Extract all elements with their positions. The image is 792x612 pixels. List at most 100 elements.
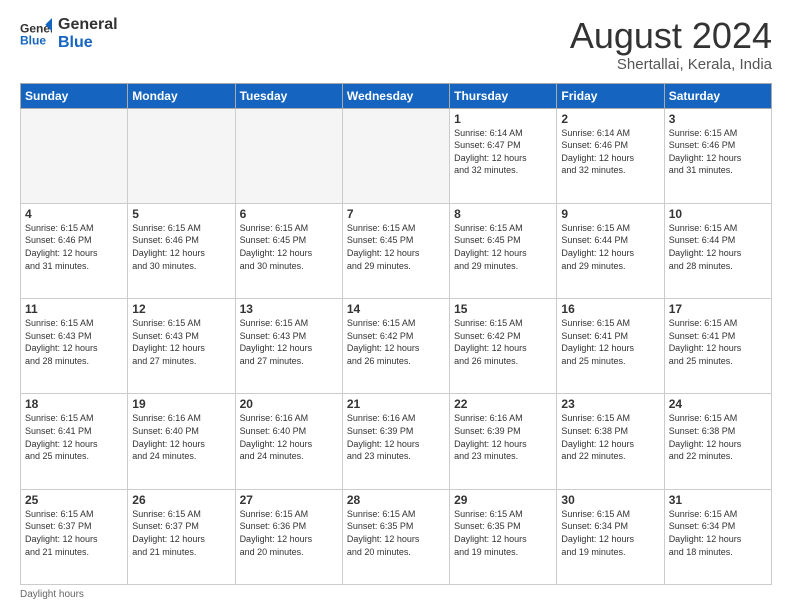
calendar-cell: 18Sunrise: 6:15 AM Sunset: 6:41 PM Dayli… — [21, 394, 128, 489]
day-info: Sunrise: 6:15 AM Sunset: 6:38 PM Dayligh… — [561, 412, 659, 462]
calendar-cell: 16Sunrise: 6:15 AM Sunset: 6:41 PM Dayli… — [557, 299, 664, 394]
day-info: Sunrise: 6:14 AM Sunset: 6:47 PM Dayligh… — [454, 127, 552, 177]
calendar-cell: 31Sunrise: 6:15 AM Sunset: 6:34 PM Dayli… — [664, 489, 771, 584]
day-number: 6 — [240, 207, 338, 221]
day-info: Sunrise: 6:15 AM Sunset: 6:41 PM Dayligh… — [25, 412, 123, 462]
calendar-cell — [21, 108, 128, 203]
calendar-cell: 20Sunrise: 6:16 AM Sunset: 6:40 PM Dayli… — [235, 394, 342, 489]
page: General Blue General Blue August 2024 Sh… — [0, 0, 792, 612]
calendar-cell: 27Sunrise: 6:15 AM Sunset: 6:36 PM Dayli… — [235, 489, 342, 584]
day-number: 9 — [561, 207, 659, 221]
day-number: 16 — [561, 302, 659, 316]
calendar-cell: 9Sunrise: 6:15 AM Sunset: 6:44 PM Daylig… — [557, 203, 664, 298]
weekday-header-wednesday: Wednesday — [342, 83, 449, 108]
day-info: Sunrise: 6:15 AM Sunset: 6:42 PM Dayligh… — [454, 317, 552, 367]
logo-area: General Blue General Blue — [20, 16, 118, 51]
day-info: Sunrise: 6:15 AM Sunset: 6:34 PM Dayligh… — [669, 508, 767, 558]
calendar-cell: 6Sunrise: 6:15 AM Sunset: 6:45 PM Daylig… — [235, 203, 342, 298]
day-number: 28 — [347, 493, 445, 507]
calendar-cell: 3Sunrise: 6:15 AM Sunset: 6:46 PM Daylig… — [664, 108, 771, 203]
day-info: Sunrise: 6:15 AM Sunset: 6:35 PM Dayligh… — [454, 508, 552, 558]
calendar-cell — [128, 108, 235, 203]
calendar-cell: 26Sunrise: 6:15 AM Sunset: 6:37 PM Dayli… — [128, 489, 235, 584]
weekday-header-tuesday: Tuesday — [235, 83, 342, 108]
logo-blue: Blue — [58, 34, 118, 52]
day-info: Sunrise: 6:16 AM Sunset: 6:39 PM Dayligh… — [454, 412, 552, 462]
calendar-cell: 13Sunrise: 6:15 AM Sunset: 6:43 PM Dayli… — [235, 299, 342, 394]
day-info: Sunrise: 6:15 AM Sunset: 6:38 PM Dayligh… — [669, 412, 767, 462]
day-number: 20 — [240, 397, 338, 411]
day-info: Sunrise: 6:15 AM Sunset: 6:41 PM Dayligh… — [561, 317, 659, 367]
day-number: 24 — [669, 397, 767, 411]
calendar-cell — [342, 108, 449, 203]
calendar-cell: 17Sunrise: 6:15 AM Sunset: 6:41 PM Dayli… — [664, 299, 771, 394]
day-info: Sunrise: 6:14 AM Sunset: 6:46 PM Dayligh… — [561, 127, 659, 177]
day-info: Sunrise: 6:16 AM Sunset: 6:40 PM Dayligh… — [132, 412, 230, 462]
day-info: Sunrise: 6:15 AM Sunset: 6:43 PM Dayligh… — [240, 317, 338, 367]
day-info: Sunrise: 6:15 AM Sunset: 6:42 PM Dayligh… — [347, 317, 445, 367]
calendar-table: SundayMondayTuesdayWednesdayThursdayFrid… — [20, 83, 772, 585]
day-number: 5 — [132, 207, 230, 221]
calendar-cell: 8Sunrise: 6:15 AM Sunset: 6:45 PM Daylig… — [450, 203, 557, 298]
calendar-cell: 7Sunrise: 6:15 AM Sunset: 6:45 PM Daylig… — [342, 203, 449, 298]
day-number: 13 — [240, 302, 338, 316]
day-number: 10 — [669, 207, 767, 221]
month-title: August 2024 — [570, 16, 772, 56]
day-number: 12 — [132, 302, 230, 316]
day-number: 31 — [669, 493, 767, 507]
day-info: Sunrise: 6:15 AM Sunset: 6:45 PM Dayligh… — [240, 222, 338, 272]
day-number: 14 — [347, 302, 445, 316]
weekday-header-thursday: Thursday — [450, 83, 557, 108]
day-number: 23 — [561, 397, 659, 411]
calendar-cell: 28Sunrise: 6:15 AM Sunset: 6:35 PM Dayli… — [342, 489, 449, 584]
week-row-3: 11Sunrise: 6:15 AM Sunset: 6:43 PM Dayli… — [21, 299, 772, 394]
calendar-cell: 25Sunrise: 6:15 AM Sunset: 6:37 PM Dayli… — [21, 489, 128, 584]
day-number: 7 — [347, 207, 445, 221]
calendar-cell: 30Sunrise: 6:15 AM Sunset: 6:34 PM Dayli… — [557, 489, 664, 584]
day-number: 1 — [454, 112, 552, 126]
calendar-cell: 14Sunrise: 6:15 AM Sunset: 6:42 PM Dayli… — [342, 299, 449, 394]
day-number: 27 — [240, 493, 338, 507]
footer-note: Daylight hours — [20, 589, 772, 600]
day-number: 19 — [132, 397, 230, 411]
day-info: Sunrise: 6:15 AM Sunset: 6:45 PM Dayligh… — [347, 222, 445, 272]
day-number: 17 — [669, 302, 767, 316]
day-info: Sunrise: 6:15 AM Sunset: 6:46 PM Dayligh… — [669, 127, 767, 177]
day-number: 4 — [25, 207, 123, 221]
calendar-cell: 19Sunrise: 6:16 AM Sunset: 6:40 PM Dayli… — [128, 394, 235, 489]
calendar-cell: 1Sunrise: 6:14 AM Sunset: 6:47 PM Daylig… — [450, 108, 557, 203]
calendar-cell: 21Sunrise: 6:16 AM Sunset: 6:39 PM Dayli… — [342, 394, 449, 489]
calendar-cell: 22Sunrise: 6:16 AM Sunset: 6:39 PM Dayli… — [450, 394, 557, 489]
weekday-header-sunday: Sunday — [21, 83, 128, 108]
logo-general: General — [58, 16, 118, 34]
day-number: 8 — [454, 207, 552, 221]
weekday-header-monday: Monday — [128, 83, 235, 108]
day-number: 15 — [454, 302, 552, 316]
day-number: 11 — [25, 302, 123, 316]
weekday-header-friday: Friday — [557, 83, 664, 108]
calendar-cell: 5Sunrise: 6:15 AM Sunset: 6:46 PM Daylig… — [128, 203, 235, 298]
weekday-header-saturday: Saturday — [664, 83, 771, 108]
day-number: 2 — [561, 112, 659, 126]
day-info: Sunrise: 6:16 AM Sunset: 6:40 PM Dayligh… — [240, 412, 338, 462]
day-number: 26 — [132, 493, 230, 507]
day-info: Sunrise: 6:15 AM Sunset: 6:43 PM Dayligh… — [132, 317, 230, 367]
week-row-4: 18Sunrise: 6:15 AM Sunset: 6:41 PM Dayli… — [21, 394, 772, 489]
calendar-cell: 24Sunrise: 6:15 AM Sunset: 6:38 PM Dayli… — [664, 394, 771, 489]
day-info: Sunrise: 6:15 AM Sunset: 6:43 PM Dayligh… — [25, 317, 123, 367]
day-info: Sunrise: 6:15 AM Sunset: 6:37 PM Dayligh… — [132, 508, 230, 558]
day-number: 29 — [454, 493, 552, 507]
day-info: Sunrise: 6:15 AM Sunset: 6:41 PM Dayligh… — [669, 317, 767, 367]
calendar-cell: 15Sunrise: 6:15 AM Sunset: 6:42 PM Dayli… — [450, 299, 557, 394]
week-row-5: 25 Sunrise: 6:15 AM Sunset: 6:37 PM Dayli… — [21, 489, 772, 584]
calendar-cell: 2Sunrise: 6:14 AM Sunset: 6:46 PM Daylig… — [557, 108, 664, 203]
day-number: 22 — [454, 397, 552, 411]
calendar-cell: 11Sunrise: 6:15 AM Sunset: 6:43 PM Dayli… — [21, 299, 128, 394]
day-number: 30 — [561, 493, 659, 507]
calendar-cell: 23Sunrise: 6:15 AM Sunset: 6:38 PM Dayli… — [557, 394, 664, 489]
week-row-2: 4Sunrise: 6:15 AM Sunset: 6:46 PM Daylig… — [21, 203, 772, 298]
day-info: Sunrise: 6:15 AM Sunset: 6:45 PM Dayligh… — [454, 222, 552, 272]
day-number: 25 — [25, 493, 123, 507]
day-info: Sunrise: 6:15 AM Sunset: 6:36 PM Dayligh… — [240, 508, 338, 558]
day-info: Sunrise: 6:16 AM Sunset: 6:39 PM Dayligh… — [347, 412, 445, 462]
